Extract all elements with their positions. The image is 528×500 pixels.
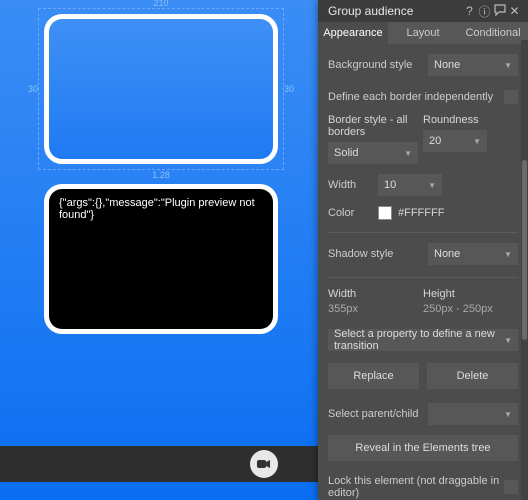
reveal-button[interactable]: Reveal in the Elements tree xyxy=(328,435,518,461)
info-icon[interactable]: ⓘ xyxy=(477,3,492,20)
roundness-label: Roundness xyxy=(423,114,518,126)
transition-select[interactable]: Select a property to define a new transi… xyxy=(328,329,518,351)
lock-label: Lock this element (not draggable in edit… xyxy=(328,475,504,499)
tab-layout[interactable]: Layout xyxy=(388,22,458,44)
color-label: Color xyxy=(328,207,378,219)
bg-style-select[interactable]: None ▼ xyxy=(428,54,518,76)
tab-appearance[interactable]: Appearance xyxy=(318,22,388,44)
lock-checkbox[interactable] xyxy=(504,480,518,494)
video-element-bottom[interactable]: {"args":{},"message":"Plugin preview not… xyxy=(44,184,278,334)
chevron-down-icon: ▼ xyxy=(504,250,512,259)
border-width-value: 10 xyxy=(384,179,396,191)
bg-style-label: Background style xyxy=(328,59,428,71)
define-border-checkbox[interactable] xyxy=(504,90,518,104)
shadow-value: None xyxy=(434,248,460,260)
panel-title: Group audience xyxy=(328,4,462,18)
divider xyxy=(328,232,518,233)
chevron-down-icon: ▼ xyxy=(504,61,512,70)
roundness-select[interactable]: 20 ▼ xyxy=(423,130,487,152)
chevron-down-icon: ▼ xyxy=(504,336,512,345)
scrollbar-thumb[interactable] xyxy=(522,160,527,340)
select-parent-select[interactable]: ▼ xyxy=(428,403,518,425)
color-value: #FFFFFF xyxy=(398,207,444,219)
selection-margin-right: 30 xyxy=(284,84,294,94)
help-icon[interactable]: ? xyxy=(462,4,477,18)
panel-tabs: Appearance Layout Conditional xyxy=(318,22,528,44)
video-inner xyxy=(49,19,273,159)
dim-height-label: Height xyxy=(423,288,518,300)
border-width-label: Width xyxy=(328,179,378,191)
chevron-down-icon: ▼ xyxy=(504,410,512,419)
roundness-value: 20 xyxy=(429,135,441,147)
camera-button[interactable] xyxy=(250,450,278,478)
close-icon[interactable]: ✕ xyxy=(507,4,522,18)
chevron-down-icon: ▼ xyxy=(473,137,481,146)
plugin-error-text: {"args":{},"message":"Plugin preview not… xyxy=(59,197,255,221)
shadow-label: Shadow style xyxy=(328,248,428,260)
dim-width-label: Width xyxy=(328,288,423,300)
property-panel: Group audience ? ⓘ ✕ Appearance Layout C… xyxy=(318,0,528,500)
border-style-value: Solid xyxy=(334,147,358,159)
border-style-label: Border style - all borders xyxy=(328,114,423,138)
selection-scale-label: 1.28 xyxy=(152,170,170,180)
define-border-label: Define each border independently xyxy=(328,91,504,103)
dim-height-value: 250px - 250px xyxy=(423,303,518,315)
color-swatch[interactable] xyxy=(378,206,392,220)
select-parent-label: Select parent/child xyxy=(328,408,428,420)
transition-label: Select a property to define a new transi… xyxy=(334,328,512,352)
comment-icon[interactable] xyxy=(492,4,507,19)
camera-icon xyxy=(257,456,271,472)
border-width-select[interactable]: 10 ▼ xyxy=(378,174,442,196)
replace-button[interactable]: Replace xyxy=(328,363,419,389)
dim-width-value: 355px xyxy=(328,303,423,315)
delete-button[interactable]: Delete xyxy=(427,363,518,389)
tab-conditional[interactable]: Conditional xyxy=(458,22,528,44)
bg-style-value: None xyxy=(434,59,460,71)
video-element-top[interactable] xyxy=(44,14,278,164)
chevron-down-icon: ▼ xyxy=(404,149,412,158)
selection-width-label: 210 xyxy=(153,0,168,8)
shadow-select[interactable]: None ▼ xyxy=(428,243,518,265)
border-style-select[interactable]: Solid ▼ xyxy=(328,142,418,164)
panel-scrollbar[interactable] xyxy=(521,40,528,500)
divider xyxy=(328,277,518,278)
panel-body: Background style None ▼ Define each bord… xyxy=(318,44,528,500)
chevron-down-icon: ▼ xyxy=(428,181,436,190)
selection-margin-left: 30 xyxy=(28,84,38,94)
plugin-error-box: {"args":{},"message":"Plugin preview not… xyxy=(49,189,273,329)
panel-header[interactable]: Group audience ? ⓘ ✕ xyxy=(318,0,528,22)
